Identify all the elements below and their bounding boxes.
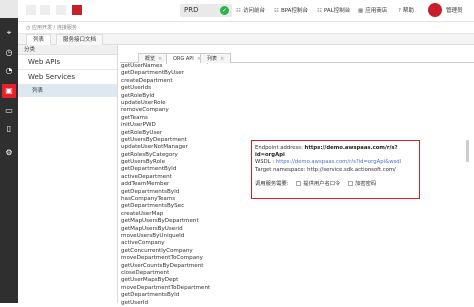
category-web-services[interactable]: Web Services (18, 70, 117, 85)
tab-list-inner-label: 列表 (207, 56, 218, 62)
tab-service-docs[interactable]: 服务接口文档 (56, 34, 104, 45)
user-name[interactable]: 管理员 (446, 0, 463, 22)
app-store-icon: ▦ (358, 8, 364, 14)
list-item[interactable]: getUserId (120, 300, 250, 307)
tab-list[interactable]: 列表 (26, 34, 52, 45)
location-icon[interactable]: ⌖ (4, 28, 14, 38)
encrypt-checkbox[interactable] (348, 180, 354, 186)
nav-frontend[interactable]: ☷ 访问前台 (236, 0, 265, 22)
endpoint-label: Endpoint address: (255, 145, 303, 151)
list-item[interactable]: closeDepartment (120, 270, 250, 277)
pal-icon: ☷ (317, 8, 322, 14)
phone-icon[interactable]: ▯ (4, 124, 14, 134)
list-item[interactable]: getMapUsersByDepartment (120, 218, 250, 225)
list-item[interactable]: getTeams (120, 115, 250, 122)
nav-square-4[interactable] (72, 5, 82, 15)
nav-square-3[interactable] (56, 5, 66, 15)
list-item[interactable]: getRoleByUser (120, 130, 250, 137)
list-item[interactable]: activeCompany (120, 240, 250, 247)
credentials-option-label: 提供用户名口令 (303, 180, 341, 187)
list-item[interactable]: moveDepartmentToDepartment (120, 285, 250, 292)
list-item[interactable]: addTeamMember (120, 181, 250, 188)
nav-bpa-label: BPA控制台 (280, 8, 308, 14)
environment-label: PRD (184, 6, 199, 14)
frontend-icon: ☷ (236, 8, 241, 14)
wsdl-label: WSDL : (255, 159, 275, 166)
scrollbar[interactable] (466, 140, 469, 162)
help-icon: ? (398, 8, 401, 14)
tab-overview-label: 概览 (145, 56, 156, 62)
category-web-apis[interactable]: Web APIs (18, 55, 117, 70)
list-item[interactable]: getConcurrentlyCompany (120, 248, 250, 255)
toolbox-icon[interactable]: ▣ (2, 84, 16, 98)
list-item[interactable]: createDepartment (120, 78, 250, 85)
list-item[interactable]: activeDepartment (120, 174, 250, 181)
nav-help-label: 帮助 (402, 8, 414, 14)
close-icon[interactable]: × (158, 56, 162, 62)
environment-switch[interactable]: PRD ✓ (180, 4, 232, 17)
avatar[interactable] (428, 3, 442, 17)
nav-frontend-label: 访问前台 (242, 8, 265, 14)
namespace-value: http://service.sdk.actionsoft.com/ (307, 166, 396, 173)
top-bar: PRD ✓ ☷ 访问前台 ☷ BPA控制台 ☷ PAL控制台 ▦ 应用商店 ? 帮助 管理… (18, 0, 474, 22)
service-info-box: Endpoint address: https://demo.awspaas.c… (251, 140, 420, 199)
credentials-checkbox[interactable] (296, 180, 302, 186)
category-sidebar: 分类 Web APIs Web Services 列表 (18, 45, 118, 303)
nav-pal[interactable]: ☷ PAL控制台 (317, 0, 350, 22)
method-list: getUserNames getDepartmentByUser createD… (120, 63, 250, 306)
requirement-label: 调用服务需要: (255, 180, 289, 187)
list-item[interactable]: getUsersByDepartment (120, 137, 250, 144)
nav-square-1[interactable] (26, 5, 36, 15)
list-item[interactable]: getUsersByRole (120, 159, 250, 166)
nav-app-store-label: 应用商店 (365, 8, 388, 14)
display-icon[interactable]: ▭ (4, 106, 14, 116)
nav-app-store[interactable]: ▦ 应用商店 (358, 0, 387, 22)
list-item[interactable]: getDepartmentsById (120, 189, 250, 196)
list-item[interactable]: getDepartmentById (120, 166, 250, 173)
nav-bpa[interactable]: ☷ BPA控制台 (274, 0, 308, 22)
encrypt-option-label: 加密密码 (355, 180, 377, 187)
list-item[interactable]: getDepartmentByUser (120, 70, 250, 77)
inner-tabs: 概览 × ORG API × 列表 × (120, 53, 474, 64)
list-item[interactable]: hasCompanyTeams (120, 196, 250, 203)
list-item[interactable]: createUserMap (120, 211, 250, 218)
category-header: 分类 (18, 45, 117, 55)
list-item[interactable]: initUserPWD (120, 122, 250, 129)
clock-icon[interactable]: ◷ (4, 48, 14, 58)
wsdl-link[interactable]: https://demo.awspaas.com/r/s?id=orgApi&w… (276, 159, 401, 165)
list-item[interactable]: getUserNames (120, 63, 250, 70)
list-item[interactable]: getUserIds (120, 85, 250, 92)
nav-help[interactable]: ? 帮助 (398, 0, 414, 22)
list-item[interactable]: getMapUsersByUserid (120, 226, 250, 233)
list-item[interactable]: removeCompany (120, 107, 250, 114)
list-item[interactable]: moveDepartmentToCompany (120, 255, 250, 262)
list-item[interactable]: getUserCountsByDepartment (120, 263, 250, 270)
bpa-icon: ☷ (274, 8, 279, 14)
tab-overview[interactable]: 概览 × (138, 53, 170, 63)
list-item[interactable]: getUserMapsByDept (120, 277, 250, 284)
list-item[interactable]: moveUsersByUniqueId (120, 233, 250, 240)
list-item[interactable]: getRolesByCategory (120, 152, 250, 159)
close-icon[interactable]: × (220, 56, 224, 62)
breadcrumb: ◷ 应用开发 / 连接服务 (18, 22, 474, 34)
tab-org-api-label: ORG API (173, 56, 194, 62)
list-item[interactable]: getDepartmentsById (120, 292, 250, 299)
gear-icon[interactable]: ⚙ (4, 148, 14, 158)
app-logo (0, 0, 18, 18)
list-item[interactable]: updateUserRole (120, 100, 250, 107)
nav-pal-label: PAL控制台 (323, 8, 351, 14)
main-panel: 概览 × ORG API × 列表 × getUserNames getDepartm… (120, 45, 474, 306)
list-item[interactable]: updateUserNotManager (120, 144, 250, 151)
tab-list-inner[interactable]: 列表 × (200, 53, 232, 63)
list-item[interactable]: getRoleById (120, 93, 250, 100)
namespace-label: Target namespace: (255, 166, 306, 173)
gauge-icon[interactable]: ◔ (4, 66, 14, 76)
category-item-list[interactable]: 列表 (18, 85, 117, 97)
list-item[interactable]: getDepartmentsBySec (120, 203, 250, 210)
check-icon: ✓ (220, 6, 229, 15)
nav-square-2[interactable] (40, 5, 50, 15)
outer-tabs: 列表 服务接口文档 (18, 34, 474, 45)
left-sidebar: ⌖ ◷ ◔ ▣ ▭ ▯ ⚙ (0, 0, 18, 303)
